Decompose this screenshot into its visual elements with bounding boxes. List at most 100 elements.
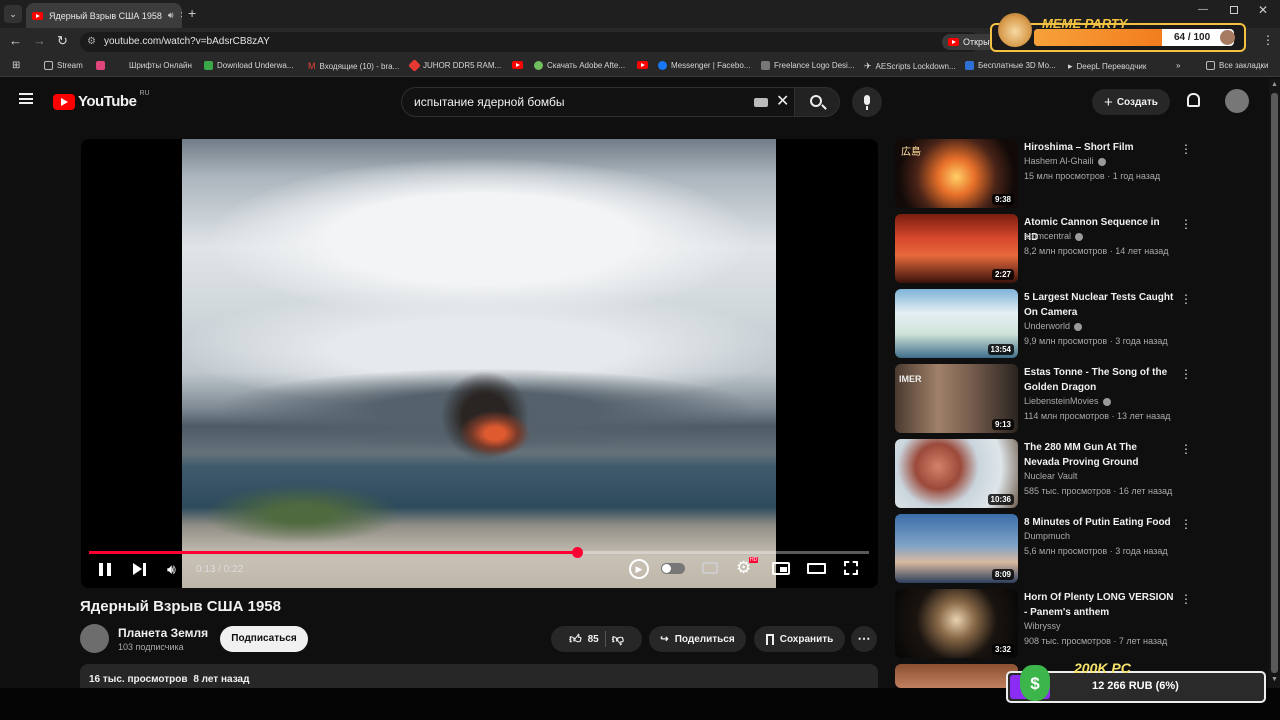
bookmark-juhor[interactable]: JUHOR DDR5 RAM... bbox=[408, 59, 501, 72]
share-button[interactable]: ↪ Поделиться bbox=[649, 626, 746, 652]
hamburger-menu-icon[interactable] bbox=[19, 93, 33, 104]
video-frame-nuclear-explosion bbox=[182, 139, 776, 588]
more-options-icon[interactable]: ⋮ bbox=[1180, 593, 1192, 607]
bookmark-messenger[interactable]: Messenger | Facebo... bbox=[658, 61, 750, 70]
more-actions-button[interactable]: ⋯ bbox=[851, 626, 877, 652]
recommendation-item[interactable]: IMER 9:13 Estas Tonne - The Song of the … bbox=[895, 364, 1195, 434]
bookmark-youtube-2[interactable] bbox=[637, 61, 648, 69]
more-options-icon[interactable]: ⋮ bbox=[1180, 368, 1192, 382]
more-options-icon[interactable]: ⋮ bbox=[1180, 518, 1192, 532]
voice-search-button[interactable] bbox=[852, 87, 882, 117]
bookmark-underwater[interactable]: Download Underwa... bbox=[204, 61, 293, 70]
video-thumbnail[interactable]: IMER 9:13 bbox=[895, 364, 1018, 433]
subscribe-button[interactable]: Подписаться bbox=[220, 626, 308, 652]
reload-icon[interactable]: ↻ bbox=[57, 33, 68, 49]
next-icon[interactable] bbox=[133, 563, 142, 575]
notifications-bell-icon[interactable] bbox=[1187, 93, 1200, 107]
scroll-down-icon[interactable]: ▼ bbox=[1271, 676, 1278, 683]
more-options-icon[interactable]: ⋮ bbox=[1180, 443, 1192, 457]
recommendation-title: The 280 MM Gun At The Nevada Proving Gro… bbox=[1024, 442, 1139, 468]
new-tab-button[interactable]: + bbox=[188, 5, 196, 21]
search-button[interactable] bbox=[794, 87, 840, 117]
ad-block-shield-icon[interactable]: ▶︎ bbox=[629, 559, 649, 579]
bookmark-deepl[interactable]: ▸ DeepL Переводчик bbox=[1068, 61, 1146, 72]
recommendation-meta: 5,6 млн просмотров · 3 года назад bbox=[1024, 546, 1168, 556]
keyboard-icon[interactable] bbox=[754, 98, 768, 107]
channel-name[interactable]: Планета Земля bbox=[118, 626, 208, 640]
maximize-button[interactable] bbox=[1230, 6, 1238, 14]
more-bookmarks-icon[interactable]: » bbox=[1176, 61, 1180, 70]
duration-badge: 9:13 bbox=[991, 419, 1014, 430]
dislike-button[interactable]: 👎︎ bbox=[612, 632, 624, 647]
progress-scrubber[interactable] bbox=[571, 547, 583, 558]
video-thumbnail[interactable] bbox=[895, 664, 1018, 688]
scrollbar-thumb[interactable] bbox=[1271, 93, 1278, 673]
browser-tab[interactable]: Ядерный Взрыв США 1958 🔊︎ ✕ bbox=[26, 3, 182, 28]
theater-mode-icon[interactable] bbox=[807, 563, 826, 574]
volume-icon[interactable]: 🔊︎ bbox=[167, 561, 176, 578]
bookmark-stream[interactable]: Stream bbox=[44, 61, 83, 70]
back-icon[interactable]: ← bbox=[9, 33, 22, 48]
more-options-icon[interactable]: ⋮ bbox=[1180, 143, 1192, 157]
url-field[interactable]: ⚙︎ youtube.com/watch?v=bAdsrCB8zAY bbox=[80, 32, 980, 52]
recommendation-item[interactable]: 13:54 5 Largest Nuclear Tests Caught On … bbox=[895, 289, 1195, 359]
recommendation-item[interactable]: 8:09 8 Minutes of Putin Eating Food Dump… bbox=[895, 514, 1195, 584]
scroll-up-icon[interactable]: ▲ bbox=[1271, 81, 1278, 88]
verified-icon bbox=[1102, 397, 1111, 406]
video-thumbnail[interactable]: 8:09 bbox=[895, 514, 1018, 583]
pause-icon[interactable] bbox=[99, 563, 111, 576]
aescripts-icon: ✈︎ bbox=[864, 61, 872, 71]
autoplay-toggle[interactable] bbox=[661, 563, 685, 574]
forward-icon[interactable]: → bbox=[33, 33, 46, 48]
more-options-icon[interactable]: ⋮ bbox=[1180, 293, 1192, 307]
close-window-button[interactable]: ✕ bbox=[1258, 3, 1268, 17]
clear-search-icon[interactable]: ✕ bbox=[776, 88, 789, 116]
browser-menu-icon[interactable]: ⋮ bbox=[1262, 33, 1274, 47]
more-options-icon[interactable]: ⋮ bbox=[1180, 218, 1192, 232]
bookmark-aescripts[interactable]: ✈︎ AEScripts Lockdown... bbox=[864, 61, 956, 72]
bookmark-inbox[interactable]: M Входящие (10) - bra... bbox=[308, 61, 399, 71]
apps-icon[interactable]: ⊞ bbox=[12, 60, 20, 71]
facebook-icon bbox=[658, 61, 667, 70]
youtube-logo[interactable]: YouTube RU bbox=[53, 90, 150, 110]
create-button[interactable]: + Создать bbox=[1092, 89, 1170, 115]
streamer-avatar bbox=[1220, 30, 1235, 45]
tab-close-icon[interactable]: ✕ bbox=[180, 10, 182, 21]
recommendation-item[interactable]: 3:32 Horn Of Plenty LONG VERSION - Panem… bbox=[895, 589, 1195, 659]
deepl-icon: ▸ bbox=[1068, 61, 1073, 71]
video-thumbnail[interactable]: 2:27 bbox=[895, 214, 1018, 283]
like-button[interactable]: 👍︎ 85 bbox=[569, 632, 599, 647]
video-thumbnail[interactable]: 3:32 bbox=[895, 589, 1018, 658]
bookmark-fonts[interactable]: Шрифты Онлайн bbox=[96, 61, 192, 70]
minimize-button[interactable]: — bbox=[1198, 4, 1208, 15]
youtube-bookmark-icon bbox=[512, 61, 523, 69]
shop-icon bbox=[408, 59, 421, 72]
tab-list-button[interactable]: ⌄ bbox=[4, 5, 22, 23]
bookmark-3d[interactable]: Бесплатные 3D Mo... bbox=[965, 61, 1056, 70]
video-thumbnail[interactable]: 広島 9:38 bbox=[895, 139, 1018, 208]
region-code: RU bbox=[139, 90, 150, 97]
bookmark-freelance[interactable]: Freelance Logo Desi... bbox=[761, 61, 855, 70]
search-input[interactable]: испытание ядерной бомбы ✕ bbox=[401, 87, 795, 117]
account-avatar[interactable] bbox=[1225, 89, 1249, 113]
fullscreen-icon[interactable] bbox=[844, 561, 858, 575]
description-box[interactable]: 16 тыс. просмотров 8 лет назад bbox=[80, 664, 878, 690]
save-button[interactable]: Сохранить bbox=[754, 626, 845, 652]
site-info-icon[interactable]: ⚙︎ bbox=[87, 32, 96, 52]
subtitles-icon[interactable] bbox=[702, 562, 718, 574]
bookmark-youtube[interactable] bbox=[512, 61, 523, 69]
youtube-app-icon bbox=[948, 38, 959, 46]
page-scrollbar[interactable]: ▲ ▼ bbox=[1269, 79, 1280, 688]
video-thumbnail[interactable]: 13:54 bbox=[895, 289, 1018, 358]
all-bookmarks[interactable]: Все закладки bbox=[1206, 61, 1268, 70]
video-thumbnail[interactable]: 10:36 bbox=[895, 439, 1018, 508]
bookmark-adobe[interactable]: Скачать Adobe Afte... bbox=[534, 61, 625, 70]
miniplayer-icon[interactable] bbox=[772, 562, 790, 575]
video-player[interactable]: 🔊︎ 0:13 / 0:22 ▶︎ ⚙︎ HD bbox=[81, 139, 878, 588]
recommendation-item[interactable]: 広島 9:38 Hiroshima – Short Film Hashem Al… bbox=[895, 139, 1195, 209]
ae-icon bbox=[204, 61, 213, 70]
recommendation-item[interactable]: 2:27 Atomic Cannon Sequence in HD atomce… bbox=[895, 214, 1195, 284]
channel-avatar[interactable] bbox=[80, 624, 109, 653]
3d-icon bbox=[965, 61, 974, 70]
recommendation-item[interactable]: 10:36 The 280 MM Gun At The Nevada Provi… bbox=[895, 439, 1195, 509]
